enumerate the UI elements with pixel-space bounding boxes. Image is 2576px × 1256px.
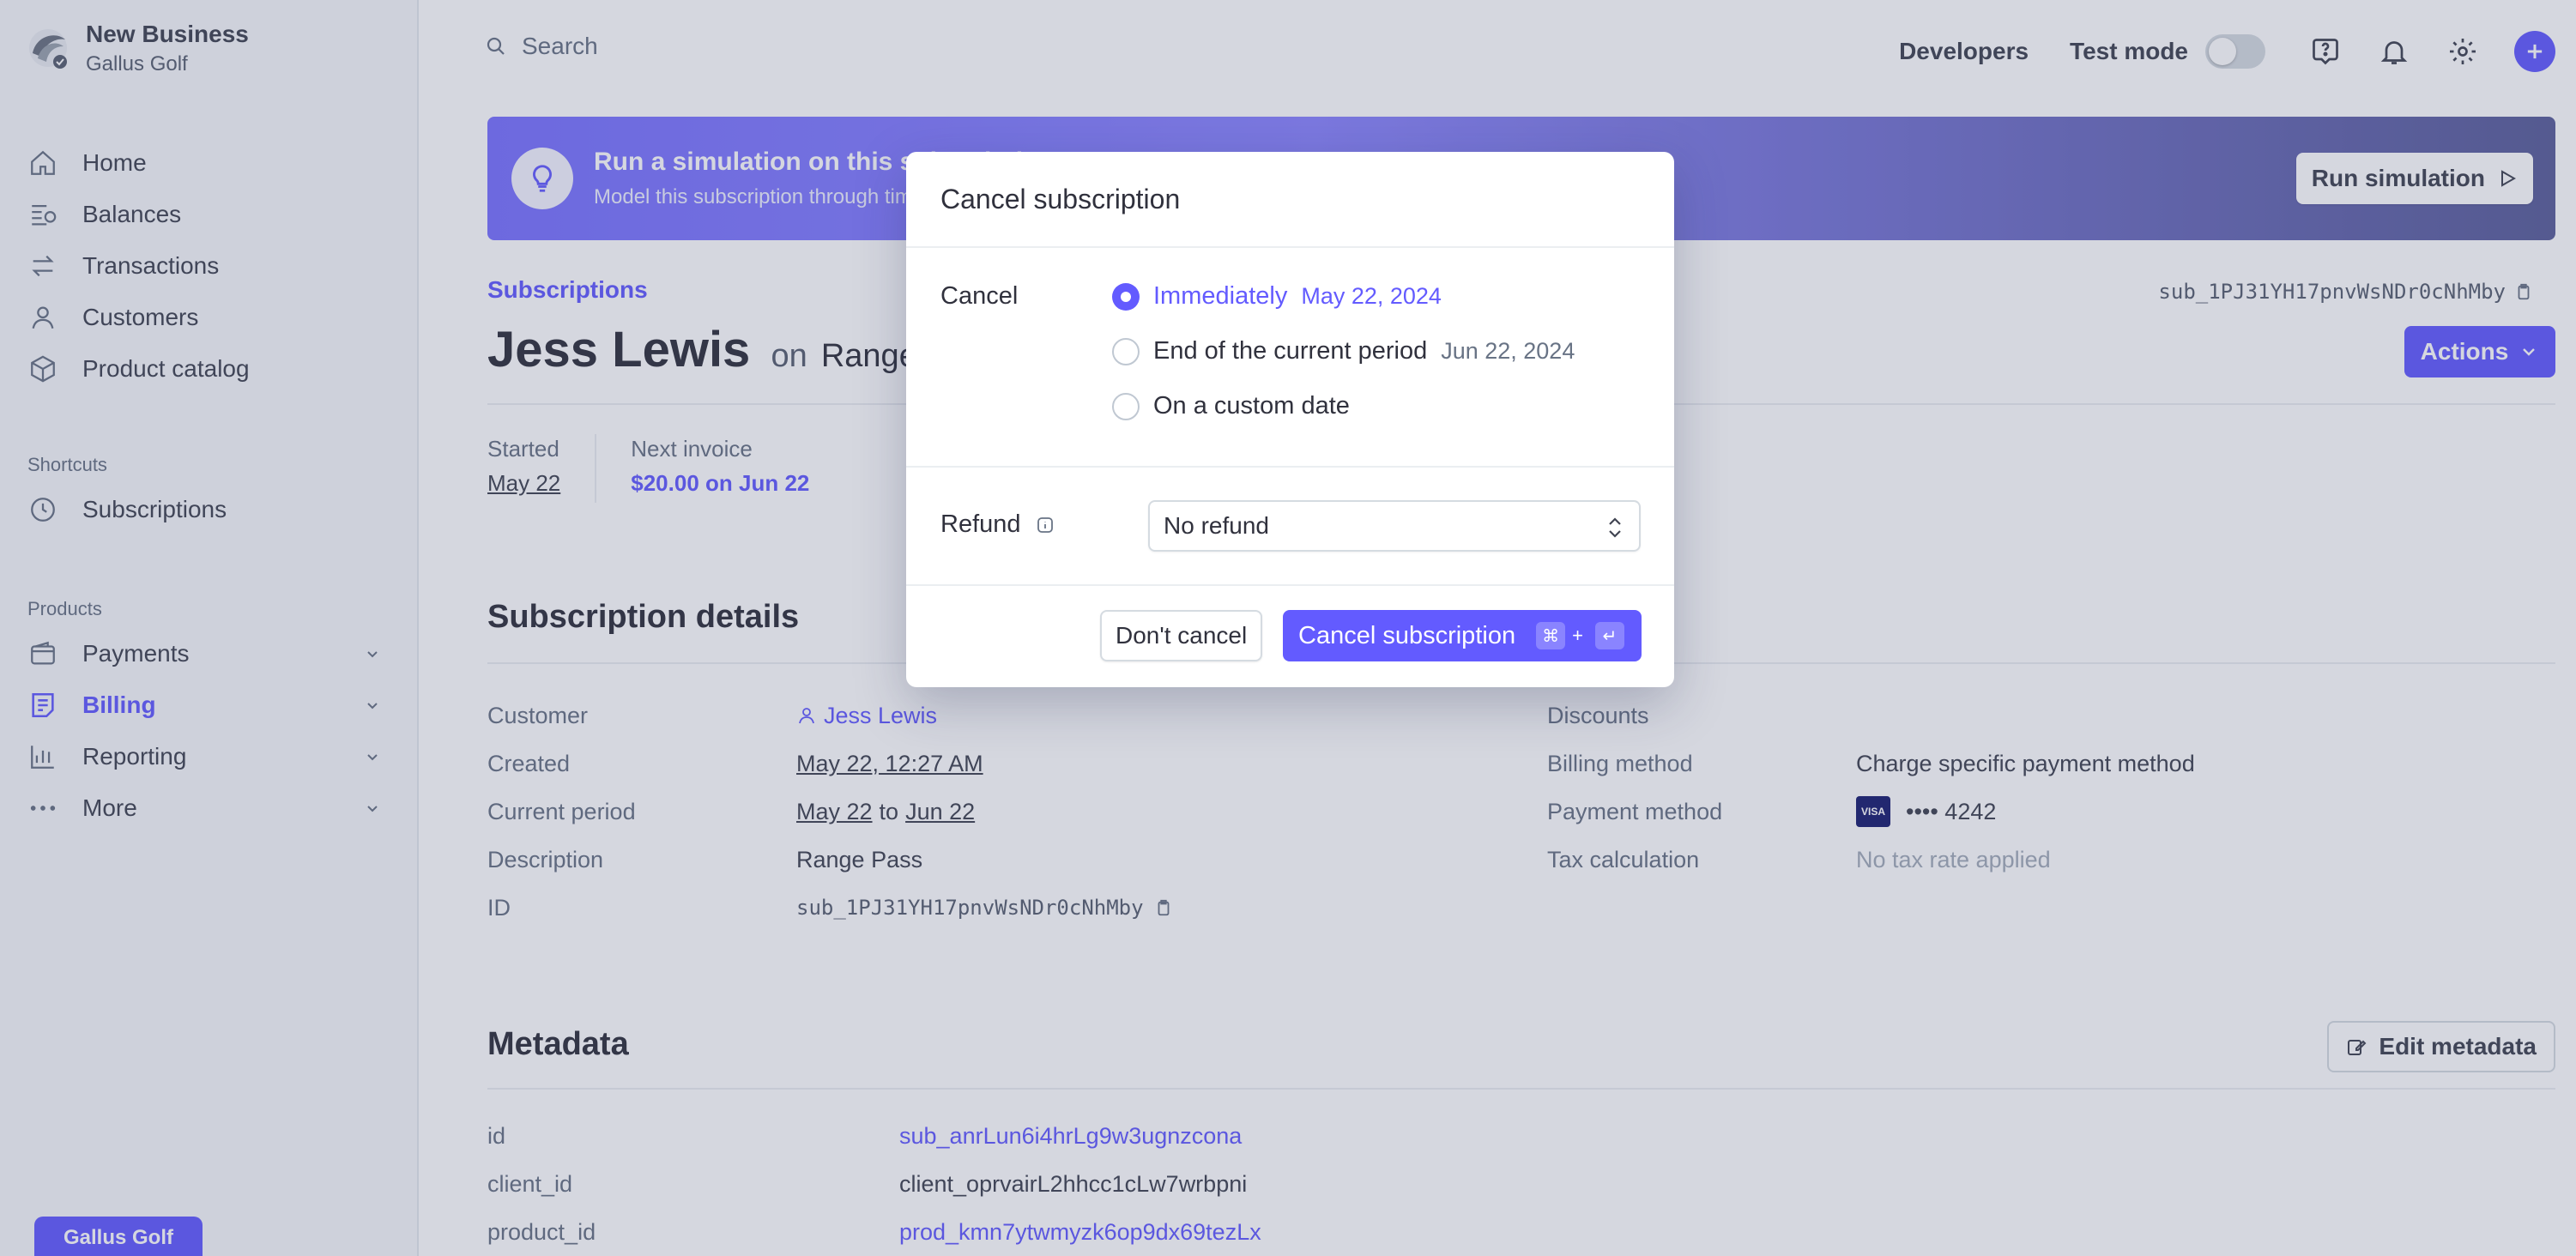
- cancel-subscription-label: Cancel subscription: [1298, 621, 1516, 649]
- chevron-updown-icon: [1609, 517, 1621, 538]
- cancel-subscription-button[interactable]: Cancel subscription ⌘ + ↵: [1283, 610, 1642, 661]
- cancel-label: Cancel: [940, 282, 1019, 310]
- refund-select[interactable]: No refund: [1148, 500, 1641, 552]
- option-label: Immediately: [1153, 282, 1288, 310]
- shortcut-plus: +: [1572, 625, 1583, 646]
- option-date: Jun 22, 2024: [1441, 338, 1575, 364]
- refund-label: Refund: [940, 510, 1021, 538]
- option-label: On a custom date: [1153, 392, 1350, 420]
- info-icon[interactable]: [1035, 515, 1055, 535]
- radio-end-of-period[interactable]: [1112, 337, 1140, 365]
- option-label: End of the current period: [1153, 337, 1428, 365]
- radio-immediately[interactable]: [1112, 282, 1140, 311]
- keyboard-shortcut: ⌘ + ↵: [1531, 622, 1624, 649]
- radio-custom-date[interactable]: [1112, 392, 1140, 420]
- refund-label-group: Refund: [940, 510, 1055, 539]
- cancel-subscription-modal: Cancel subscription Cancel Immediately M…: [906, 152, 1674, 687]
- enter-key: ↵: [1594, 622, 1624, 649]
- refund-select-value: No refund: [1164, 512, 1269, 539]
- refund-section: Refund No refund: [906, 468, 1674, 586]
- command-key: ⌘: [1536, 622, 1566, 649]
- option-date: May 22, 2024: [1301, 283, 1442, 309]
- modal-title: Cancel subscription: [906, 152, 1674, 248]
- option-immediately[interactable]: Immediately May 22, 2024: [1112, 282, 1442, 311]
- option-end-of-period[interactable]: End of the current period Jun 22, 2024: [1112, 337, 1575, 365]
- option-custom-date[interactable]: On a custom date: [1112, 392, 1350, 420]
- dont-cancel-button[interactable]: Don't cancel: [1100, 610, 1263, 661]
- modal-footer: Don't cancel Cancel subscription ⌘ + ↵: [906, 586, 1674, 685]
- cancel-timing-section: Cancel Immediately May 22, 2024 End of t…: [906, 248, 1674, 468]
